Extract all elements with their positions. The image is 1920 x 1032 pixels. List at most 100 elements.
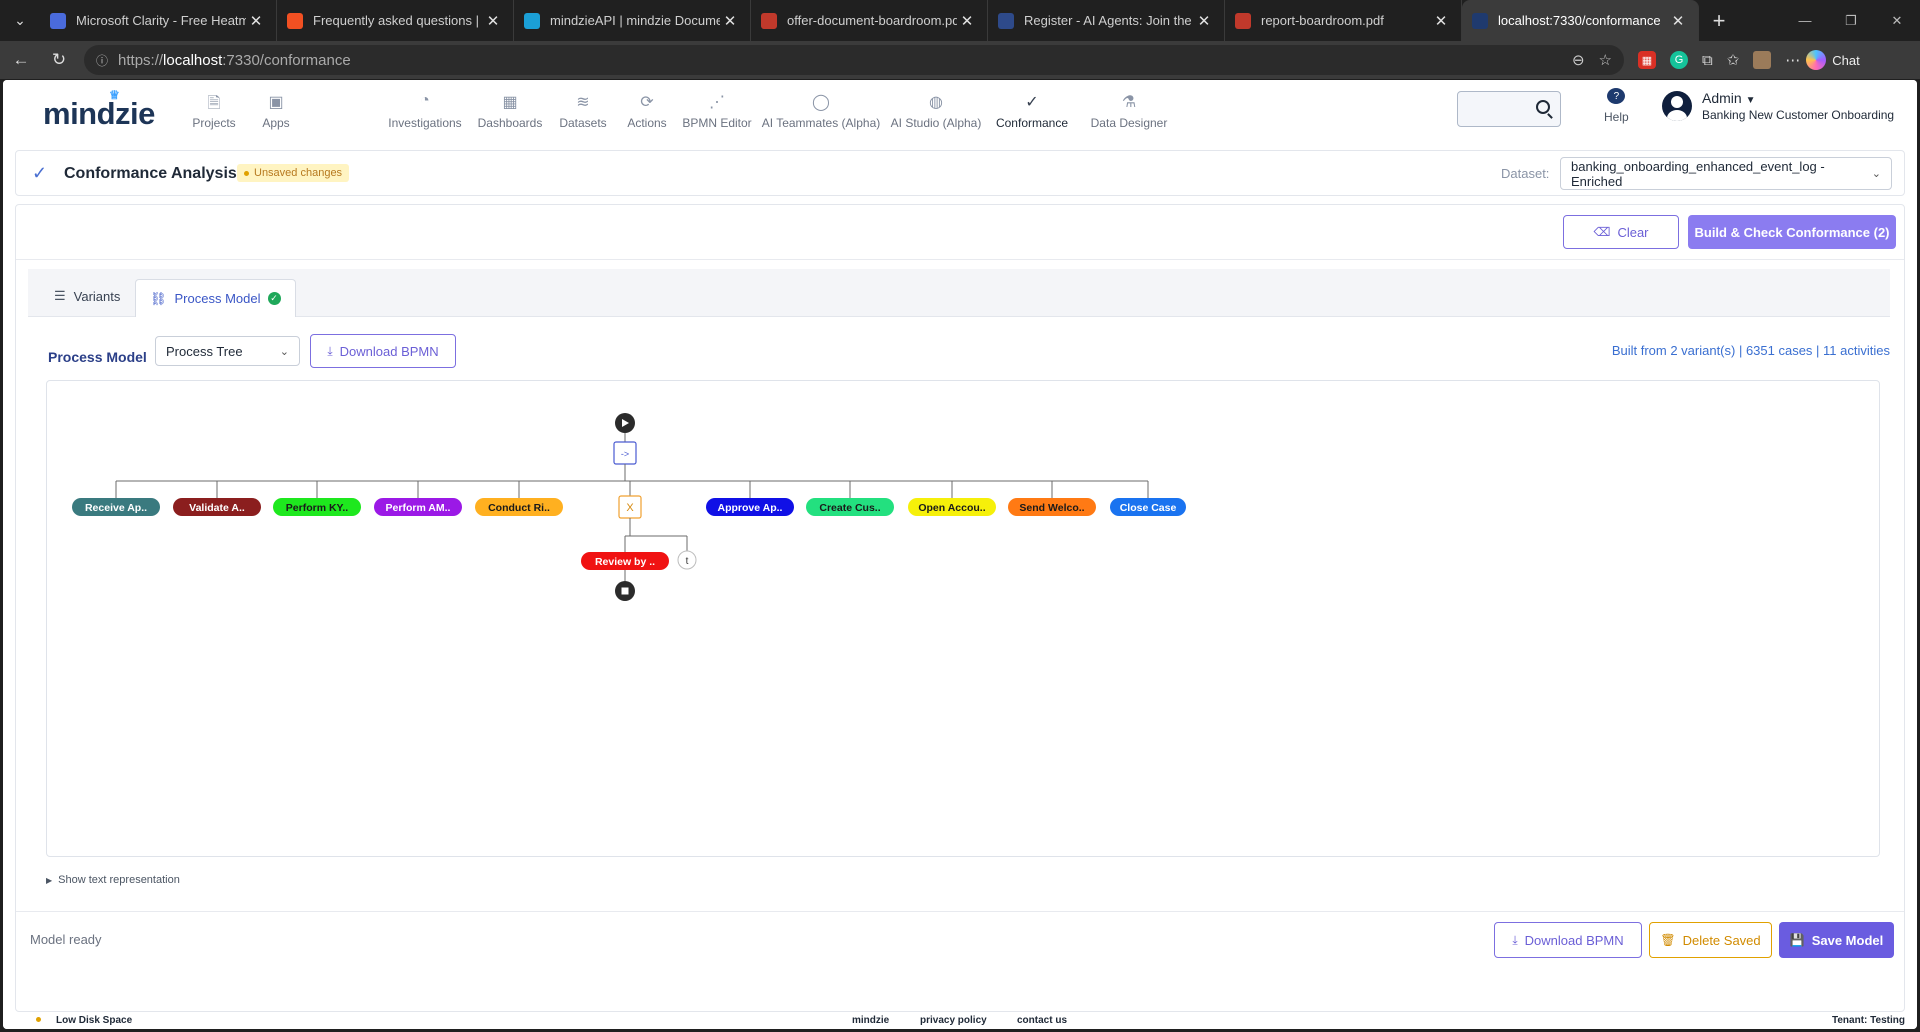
puzzle-extensions-icon[interactable]: ⧉ <box>1702 52 1713 69</box>
more-menu-icon[interactable]: ⋯ <box>1785 51 1800 69</box>
dataset-selected-value: banking_onboarding_enhanced_event_log - … <box>1571 158 1825 189</box>
activity-node[interactable]: Perform AM.. <box>374 498 462 516</box>
user-menu[interactable]: Admin ▼ Banking New Customer Onboarding <box>1662 90 1894 122</box>
tab-title: localhost:7330/conformance <box>1498 13 1661 28</box>
warning-dot-icon <box>36 1017 41 1022</box>
close-window-icon[interactable]: ✕ <box>1874 0 1920 41</box>
favorite-star-icon[interactable]: ☆ <box>1599 51 1612 69</box>
copilot-chat-button[interactable]: Chat <box>1806 50 1860 70</box>
start-node <box>615 413 635 433</box>
activity-node[interactable]: Validate A.. <box>173 498 261 516</box>
reload-icon[interactable]: ↻ <box>42 43 76 77</box>
model-view-select[interactable]: Process Tree ⌄ <box>155 336 300 366</box>
favorites-list-icon[interactable]: ✩ <box>1727 51 1740 69</box>
search-icon[interactable] <box>1536 100 1550 114</box>
tab-variants[interactable]: ☰ Variants <box>40 279 134 313</box>
activity-label: Conduct Ri.. <box>488 502 550 514</box>
logo-text: mindzie <box>43 96 155 131</box>
conformance-main-panel: ⌫ Clear Build & Check Conformance (2) ☰ … <box>15 204 1905 1012</box>
app-window: ♕ mindzie 🗎 Projects ▣ Apps ◔ Investigations ▦… <box>3 80 1917 1029</box>
browser-tab[interactable]: Frequently asked questions | Micr✕ <box>277 0 514 41</box>
url-field[interactable]: ⓘ https://localhost:7330/conformance ⊖ ☆ <box>84 45 1624 75</box>
activity-label: Open Accou.. <box>918 502 985 514</box>
user-dropdown-caret-icon: ▼ <box>1745 95 1756 106</box>
activity-node[interactable]: Close Case <box>1110 498 1186 516</box>
activity-node[interactable]: Create Cus.. <box>806 498 894 516</box>
search-input[interactable] <box>1457 91 1561 127</box>
tab-close-icon[interactable]: ✕ <box>483 12 503 30</box>
current-project: Banking New Customer Onboarding <box>1702 108 1895 122</box>
activity-label: Close Case <box>1120 502 1177 514</box>
nav-item-data-designer[interactable]: ⚗ Data Designer <box>1059 84 1199 140</box>
success-check-icon: ✓ <box>267 292 281 305</box>
url-path: :7330/conformance <box>222 51 351 69</box>
new-tab-plus-icon[interactable]: + <box>1699 8 1739 34</box>
tab-favicon-icon <box>1235 12 1251 29</box>
flow-icon: ⋰ <box>709 94 725 111</box>
browser-tab[interactable]: localhost:7330/conformance ✕ <box>1462 0 1699 41</box>
user-avatar-icon <box>1662 91 1692 121</box>
grammarly-extension-icon[interactable]: G <box>1670 51 1688 69</box>
activity-node[interactable]: Conduct Ri.. <box>475 498 563 516</box>
tau-silent-node[interactable]: t <box>677 550 697 570</box>
tab-close-icon[interactable]: ✕ <box>246 12 266 30</box>
browser-tab[interactable]: Microsoft Clarity - Free Heatmaps✕ <box>40 0 277 41</box>
tab-variants-label: Variants <box>73 288 121 304</box>
activity-node[interactable]: Approve Ap.. <box>706 498 794 516</box>
tab-close-icon[interactable]: ✕ <box>957 12 977 30</box>
conformance-header: ✓ Conformance Analysis Unsaved changes D… <box>15 150 1905 196</box>
dataset-select[interactable]: banking_onboarding_enhanced_event_log - … <box>1560 157 1892 190</box>
contact-us-link[interactable]: contact us <box>1017 1015 1067 1026</box>
xor-operator[interactable]: X <box>618 495 642 519</box>
tab-process-model[interactable]: ⛓ Process Model ✓ <box>135 279 296 317</box>
tab-close-icon[interactable]: ✕ <box>1668 12 1688 30</box>
apps-icon: ▣ <box>268 94 284 111</box>
sequence-operator-label: -> <box>621 449 629 459</box>
mindzie-logo[interactable]: ♕ mindzie <box>43 88 155 132</box>
activity-node[interactable]: Receive Ap.. <box>72 498 160 516</box>
browser-tab[interactable]: mindzieAPI | mindzie Documentat✕ <box>514 0 751 41</box>
tab-list-chevron-icon[interactable]: ⌄ <box>0 0 40 41</box>
save-model-button[interactable]: 💾 Save Model <box>1779 922 1894 958</box>
footer-brand[interactable]: mindzie <box>852 1015 889 1026</box>
globe-icon: ◍ <box>929 94 943 111</box>
unsaved-badge-text: Unsaved changes <box>254 167 343 179</box>
process-tree-canvas[interactable]: -> Receive Ap.. Validate A.. Perform KY.. Pe… <box>46 380 1880 857</box>
profile-avatar-icon[interactable] <box>1753 51 1772 69</box>
download-bpmn-button[interactable]: ⤓ Download BPMN <box>310 334 456 368</box>
activity-node[interactable]: Perform KY.. <box>273 498 361 516</box>
privacy-policy-link[interactable]: privacy policy <box>920 1015 987 1026</box>
delete-saved-button[interactable]: 🗑 Delete Saved <box>1649 922 1772 958</box>
sequence-operator[interactable]: -> <box>613 441 637 465</box>
tab-close-icon[interactable]: ✕ <box>1431 12 1451 30</box>
activity-node[interactable]: Send Welco.. <box>1008 498 1096 516</box>
save-model-label: Save Model <box>1811 932 1884 948</box>
model-build-info: Built from 2 variant(s) | 6351 cases | 1… <box>1611 343 1890 358</box>
nav-item-apps[interactable]: ▣ Apps <box>206 84 346 140</box>
tab-favicon-icon <box>287 12 303 29</box>
clear-button[interactable]: ⌫ Clear <box>1563 215 1679 249</box>
window-controls: — ❐ ✕ <box>1782 0 1920 41</box>
back-arrow-icon[interactable]: ← <box>4 43 38 77</box>
tab-title: mindzieAPI | mindzie Documentat <box>550 13 720 28</box>
browser-tab[interactable]: offer-document-boardroom.pdf ✕ <box>751 0 988 41</box>
zoom-icon[interactable]: ⊖ <box>1572 51 1585 69</box>
minimize-icon[interactable]: — <box>1782 0 1828 41</box>
browser-tab[interactable]: Register - AI Agents: Join the Club✕ <box>988 0 1225 41</box>
activity-node-review[interactable]: Review by .. <box>581 552 669 570</box>
browser-tab[interactable]: report-boardroom.pdf ✕ <box>1225 0 1462 41</box>
process-model-label: Process Model <box>48 349 147 365</box>
site-info-icon[interactable]: ⓘ <box>96 52 108 69</box>
restore-icon[interactable]: ❐ <box>1828 0 1874 41</box>
calendar-extension-icon[interactable]: ▦ <box>1638 51 1656 69</box>
build-check-conformance-button[interactable]: Build & Check Conformance (2) <box>1688 215 1896 249</box>
tab-close-icon[interactable]: ✕ <box>1194 12 1214 30</box>
help-button[interactable]: ? Help <box>1604 88 1629 124</box>
tab-close-icon[interactable]: ✕ <box>720 12 740 30</box>
tab-favicon-icon <box>524 12 540 29</box>
footer-download-bpmn-button[interactable]: ⤓ Download BPMN <box>1494 922 1642 958</box>
activity-node[interactable]: Open Accou.. <box>908 498 996 516</box>
activity-label: Approve Ap.. <box>718 502 783 514</box>
activity-label: Validate A.. <box>189 502 245 514</box>
show-text-representation-toggle[interactable]: ▶ Show text representation <box>46 874 180 886</box>
